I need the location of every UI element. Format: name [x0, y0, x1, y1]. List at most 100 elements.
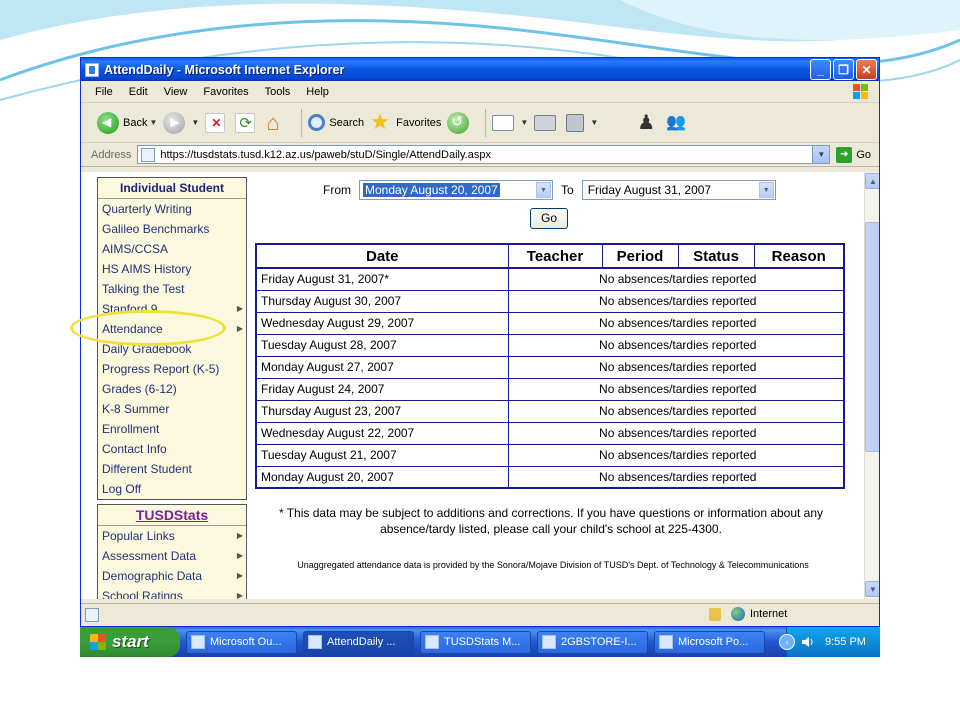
refresh-button[interactable]	[235, 112, 259, 133]
close-button[interactable]: ✕	[856, 59, 877, 80]
nav-item[interactable]: K-8 Summer	[98, 399, 246, 419]
status-bar: Internet	[81, 603, 879, 625]
table-row: Monday August 27, 2007 No absences/tardie…	[255, 355, 845, 379]
start-button[interactable]: start	[80, 627, 180, 657]
table-row: Thursday August 30, 2007 No absences/tard…	[255, 289, 845, 313]
submenu-arrow-icon: ▶	[236, 304, 243, 313]
go-button[interactable]: Go	[530, 208, 568, 229]
nav-item[interactable]: School Ratings ▶	[98, 586, 246, 599]
history-button[interactable]	[447, 111, 473, 134]
to-date-select[interactable]: Friday August 31, 2007 ▼	[581, 180, 776, 200]
forward-dropdown-icon[interactable]: ▼	[191, 118, 199, 127]
contacts-button[interactable]	[666, 112, 692, 134]
row-date: Friday August 24, 2007	[255, 377, 509, 401]
nav-item[interactable]: AIMS/CCSA	[98, 239, 246, 259]
nav-item-label: Contact Info	[102, 442, 167, 456]
back-dropdown-icon[interactable]: ▼	[149, 118, 157, 127]
taskbar-item[interactable]: Microsoft Ou...	[186, 630, 297, 654]
mail-icon	[492, 114, 515, 131]
disclaimer-note: * This data may be subject to additions …	[278, 506, 824, 536]
nav-item-label: Demographic Data	[102, 569, 203, 583]
nav-item[interactable]: Assessment Data ▶	[98, 546, 246, 566]
side-nav: Individual Student Quarterly Writing Gali…	[97, 177, 247, 599]
vertical-scrollbar[interactable]: ▲ ▼	[864, 172, 879, 599]
forward-button[interactable]: ▼	[163, 111, 199, 134]
menu-tools[interactable]: Tools	[257, 86, 299, 98]
tray-expand-icon[interactable]: ‹	[779, 634, 795, 650]
nav-item[interactable]: Daily Gradebook	[98, 339, 246, 359]
nav-item[interactable]: Stanford 9 ▶	[98, 299, 246, 319]
address-dropdown-icon[interactable]: ▼	[812, 146, 830, 163]
nav-item[interactable]: Galileo Benchmarks	[98, 219, 246, 239]
nav-item[interactable]: Popular Links ▶	[98, 526, 246, 546]
date-range-filter: From Monday August 20, 2007 ▼ To Friday …	[323, 180, 776, 200]
nav-item[interactable]: Talking the Test	[98, 279, 246, 299]
address-url: https://tusdstats.tusd.k12.az.us/paweb/s…	[160, 148, 491, 161]
search-button[interactable]: Search	[308, 114, 364, 131]
nav-header: Individual Student	[98, 178, 246, 199]
stop-button[interactable]	[205, 112, 229, 133]
row-date: Thursday August 23, 2007	[255, 399, 509, 423]
taskbar-item-label: TUSDStats M...	[444, 636, 521, 648]
address-go-button[interactable]: ➜ Go	[836, 146, 871, 163]
nav-item[interactable]: HS AIMS History	[98, 259, 246, 279]
mail-button[interactable]: ▼	[492, 114, 528, 131]
nav-item-label: Galileo Benchmarks	[102, 222, 210, 236]
menu-view[interactable]: View	[156, 86, 196, 98]
menu-file[interactable]: File	[87, 86, 121, 98]
nav-item[interactable]: Different Student	[98, 459, 246, 479]
note-button[interactable]	[604, 113, 628, 466]
people-icon	[666, 112, 688, 134]
row-message: No absences/tardies reported	[507, 355, 845, 379]
edit-dropdown-icon[interactable]: ▼	[590, 118, 598, 127]
lock-icon	[709, 608, 721, 621]
scroll-up-icon[interactable]: ▲	[865, 173, 879, 189]
from-dropdown-icon[interactable]: ▼	[536, 182, 551, 198]
edit-button[interactable]: ▼	[566, 113, 598, 132]
page-status-icon	[85, 607, 99, 622]
scroll-thumb[interactable]	[865, 222, 879, 452]
menu-edit[interactable]: Edit	[121, 86, 156, 98]
messenger-button[interactable]	[634, 110, 660, 135]
row-date: Monday August 27, 2007	[255, 355, 509, 379]
nav-item[interactable]: Grades (6-12)	[98, 379, 246, 399]
nav-header-tusdstats[interactable]: TUSDStats	[98, 505, 246, 526]
from-date-select[interactable]: Monday August 20, 2007 ▼	[359, 180, 553, 200]
back-label: Back	[123, 116, 148, 129]
nav-item[interactable]: Enrollment	[98, 419, 246, 439]
taskbar-item[interactable]: AttendDaily ...	[303, 630, 414, 654]
col-period: Period	[601, 243, 679, 269]
menu-favorites[interactable]: Favorites	[195, 86, 256, 98]
print-button[interactable]	[534, 114, 560, 131]
browser-window: AttendDaily - Microsoft Internet Explore…	[80, 57, 880, 627]
nav-item[interactable]: Log Off	[98, 479, 246, 499]
taskbar-item-label: Microsoft Po...	[678, 636, 749, 648]
nav-item[interactable]: Progress Report (K-5)	[98, 359, 246, 379]
home-button[interactable]	[265, 110, 289, 136]
nav-item-label: HS AIMS History	[102, 262, 192, 276]
favorites-button[interactable]: Favorites	[370, 109, 442, 135]
speaker-icon[interactable]	[801, 635, 815, 649]
scroll-down-icon[interactable]: ▼	[865, 581, 879, 597]
nav-item[interactable]: Contact Info	[98, 439, 246, 459]
row-date: Friday August 31, 2007*	[255, 267, 509, 291]
minimize-button[interactable]: _	[810, 59, 831, 80]
favorites-label: Favorites	[396, 116, 442, 129]
nav-item[interactable]: Quarterly Writing	[98, 199, 246, 219]
mail-dropdown-icon[interactable]: ▼	[520, 118, 528, 127]
clock[interactable]: 9:55 PM	[825, 636, 866, 648]
taskbar-item[interactable]: Microsoft Po...	[654, 630, 765, 654]
individual-student-menu: Individual Student Quarterly Writing Gali…	[97, 177, 247, 500]
title-bar: AttendDaily - Microsoft Internet Explore…	[81, 58, 879, 81]
nav-item[interactable]: Attendance ▶	[98, 319, 246, 339]
taskbar-item[interactable]: TUSDStats M...	[420, 630, 531, 654]
row-message: No absences/tardies reported	[507, 421, 845, 445]
nav-item[interactable]: Demographic Data ▶	[98, 566, 246, 586]
to-dropdown-icon[interactable]: ▼	[758, 182, 774, 198]
taskbar-item[interactable]: 2GBSTORE-I...	[537, 630, 648, 654]
back-button[interactable]: Back ▼	[97, 111, 157, 134]
row-message: No absences/tardies reported	[507, 399, 845, 423]
maximize-button[interactable]: ❐	[833, 59, 854, 80]
menu-help[interactable]: Help	[298, 86, 337, 98]
address-input[interactable]: https://tusdstats.tusd.k12.az.us/paweb/s…	[137, 145, 831, 164]
